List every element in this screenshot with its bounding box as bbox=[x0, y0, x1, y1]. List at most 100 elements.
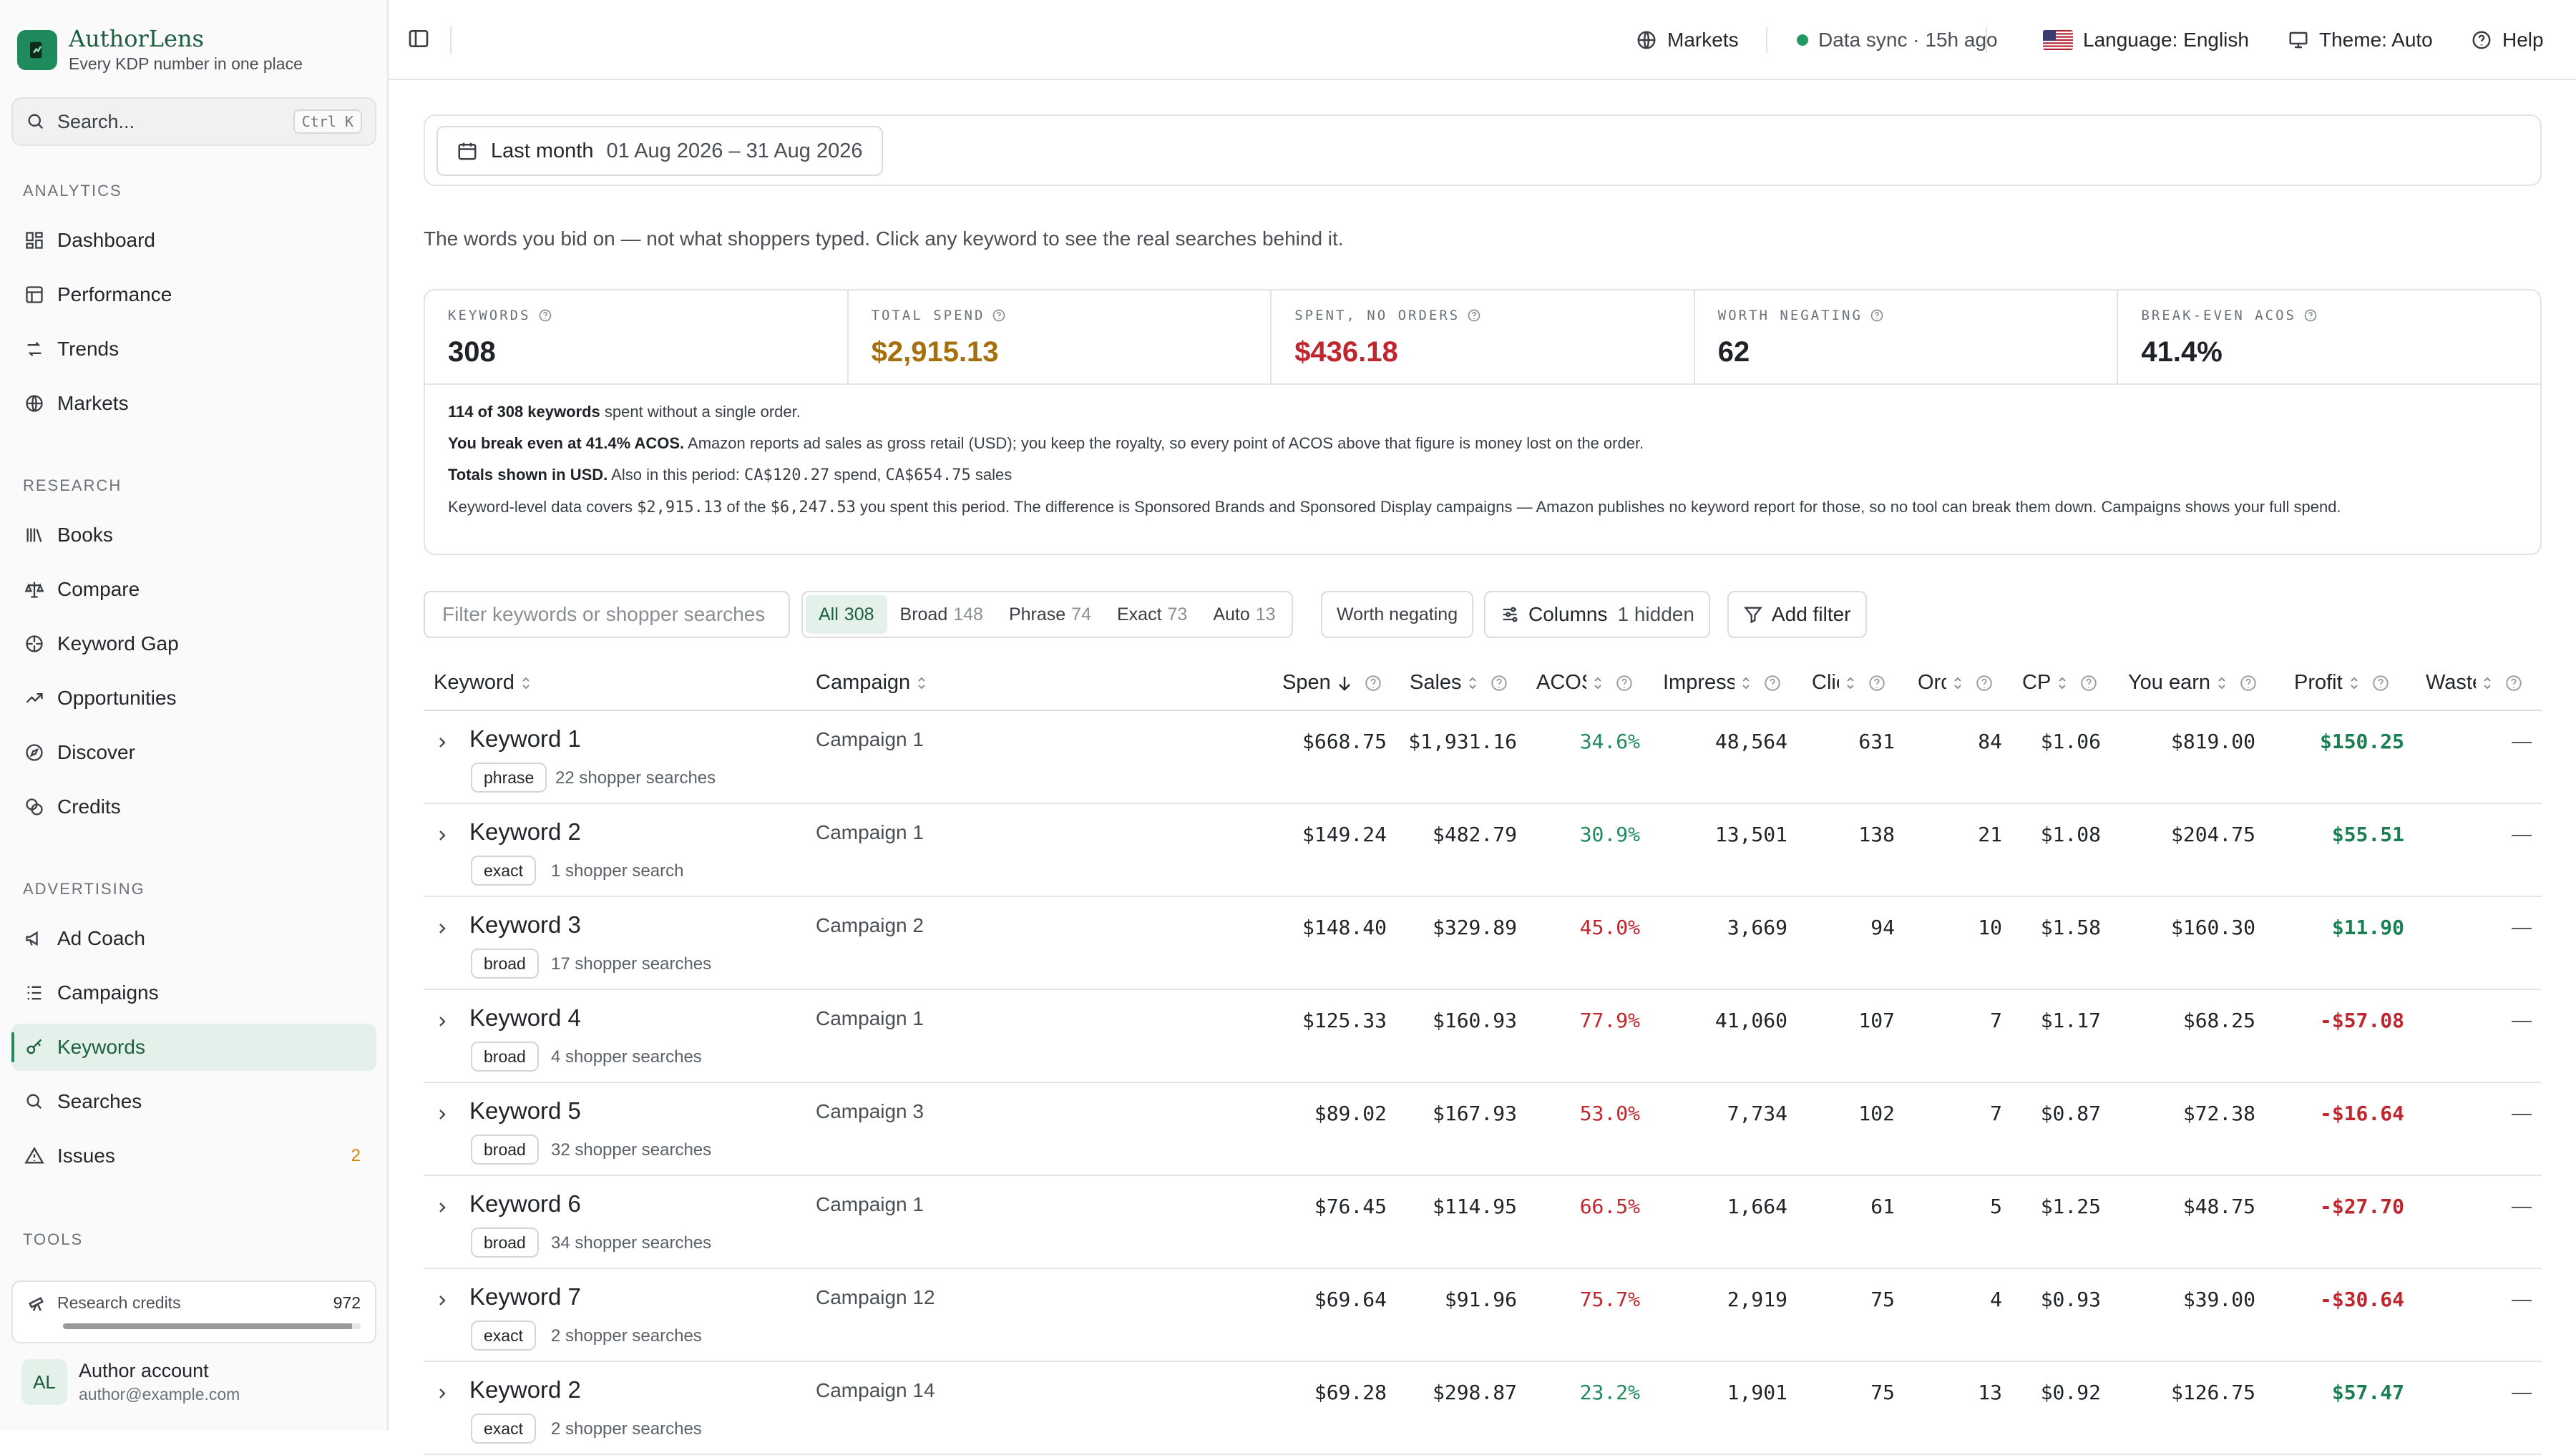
info-icon[interactable] bbox=[538, 308, 552, 323]
column-header-keyword[interactable]: Keyword bbox=[434, 671, 532, 695]
keyword-text[interactable]: Keyword 2 bbox=[469, 1376, 581, 1403]
add-filter-button[interactable]: Add filter bbox=[1727, 591, 1867, 638]
worth-negating-filter-button[interactable]: Worth negating bbox=[1321, 591, 1474, 638]
expand-chevron-icon[interactable] bbox=[434, 1106, 451, 1123]
account-menu[interactable]: AL Author account author@example.com bbox=[21, 1359, 240, 1405]
column-header-sales[interactable]: Sales bbox=[1410, 671, 1508, 695]
info-icon[interactable] bbox=[1975, 674, 1994, 692]
date-range-picker[interactable]: Last month 01 Aug 2026 – 31 Aug 2026 bbox=[436, 126, 883, 176]
info-icon[interactable] bbox=[1868, 674, 1886, 692]
campaign-name[interactable]: Campaign 2 bbox=[816, 914, 924, 937]
campaign-name[interactable]: Campaign 3 bbox=[816, 1100, 924, 1123]
info-icon[interactable] bbox=[2079, 674, 2098, 692]
toggle-sidebar-button[interactable] bbox=[407, 27, 433, 53]
info-icon[interactable] bbox=[1763, 674, 1782, 692]
keyword-text[interactable]: Keyword 6 bbox=[469, 1190, 581, 1218]
keyword-text[interactable]: Keyword 3 bbox=[469, 911, 581, 939]
shopper-searches-link[interactable]: 2 shopper searches bbox=[551, 1419, 702, 1439]
sidebar-item-trends[interactable]: Trends bbox=[11, 325, 376, 373]
segment-all[interactable]: All 308 bbox=[806, 595, 887, 634]
sidebar-item-issues[interactable]: Issues 2 bbox=[11, 1132, 376, 1180]
expand-chevron-icon[interactable] bbox=[434, 734, 451, 751]
language-selector[interactable]: Language: English bbox=[2043, 26, 2249, 54]
sidebar-item-campaigns[interactable]: Campaigns bbox=[11, 969, 376, 1016]
help-button[interactable]: Help bbox=[2471, 26, 2544, 54]
info-icon[interactable] bbox=[2371, 674, 2390, 692]
shopper-searches-link[interactable]: 1 shopper search bbox=[551, 861, 683, 881]
info-icon[interactable] bbox=[992, 308, 1006, 323]
table-row[interactable]: Keyword 2 exact 1 shopper search Campaign 1… bbox=[424, 804, 2542, 897]
campaign-name[interactable]: Campaign 14 bbox=[816, 1379, 935, 1402]
keyword-text[interactable]: Keyword 5 bbox=[469, 1097, 581, 1125]
table-row[interactable]: Keyword 4 broad 4 shopper searches Campaign… bbox=[424, 990, 2542, 1083]
segment-exact[interactable]: Exact 73 bbox=[1104, 595, 1200, 634]
markets-button[interactable]: Markets bbox=[1636, 26, 1739, 54]
sidebar-item-dashboard[interactable]: Dashboard bbox=[11, 217, 376, 264]
brand[interactable]: AuthorLens Every KDP number in one place bbox=[17, 26, 303, 74]
keyword-filter-input[interactable] bbox=[424, 591, 790, 638]
expand-chevron-icon[interactable] bbox=[434, 1013, 451, 1030]
column-header-cpc[interactable]: CPC bbox=[2022, 671, 2098, 695]
column-header-orders[interactable]: Orders bbox=[1918, 671, 1994, 695]
column-header-impressions[interactable]: Impressions bbox=[1663, 671, 1782, 695]
table-row[interactable]: Keyword 7 exact 2 shopper searches Campaign… bbox=[424, 1269, 2542, 1362]
info-icon[interactable] bbox=[1615, 674, 1634, 692]
column-header-acos[interactable]: ACOS bbox=[1536, 671, 1634, 695]
table-row[interactable]: Keyword 3 broad 17 shopper searches Campaig… bbox=[424, 897, 2542, 990]
info-icon[interactable] bbox=[2239, 674, 2258, 692]
segment-auto[interactable]: Auto 13 bbox=[1200, 595, 1288, 634]
column-header-you-earn[interactable]: You earn bbox=[2128, 671, 2258, 695]
sidebar-item-markets[interactable]: Markets bbox=[11, 380, 376, 427]
campaign-name[interactable]: Campaign 1 bbox=[816, 1007, 924, 1030]
info-icon[interactable] bbox=[2303, 308, 2318, 323]
expand-chevron-icon[interactable] bbox=[434, 1292, 451, 1309]
shopper-searches-link[interactable]: 2 shopper searches bbox=[551, 1326, 702, 1346]
sidebar-item-ad-coach[interactable]: Ad Coach bbox=[11, 915, 376, 962]
campaign-name[interactable]: Campaign 1 bbox=[816, 728, 924, 751]
sidebar-item-credits[interactable]: Credits bbox=[11, 783, 376, 831]
column-header-campaign[interactable]: Campaign bbox=[816, 671, 927, 695]
shopper-searches-link[interactable]: 17 shopper searches bbox=[551, 954, 711, 974]
info-icon[interactable] bbox=[1490, 674, 1508, 692]
sidebar-item-books[interactable]: Books bbox=[11, 511, 376, 559]
shopper-searches-link[interactable]: 34 shopper searches bbox=[551, 1233, 711, 1253]
campaign-name[interactable]: Campaign 1 bbox=[816, 821, 924, 844]
columns-button[interactable]: Columns 1 hidden bbox=[1484, 591, 1710, 638]
sidebar-item-keywords[interactable]: Keywords bbox=[11, 1024, 376, 1071]
campaign-name[interactable]: Campaign 12 bbox=[816, 1286, 935, 1309]
sidebar-item-keyword-gap[interactable]: Keyword Gap bbox=[11, 620, 376, 667]
info-icon[interactable] bbox=[1467, 308, 1481, 323]
segment-broad[interactable]: Broad 148 bbox=[887, 595, 996, 634]
keyword-text[interactable]: Keyword 1 bbox=[469, 725, 581, 753]
sidebar-item-discover[interactable]: Discover bbox=[11, 729, 376, 776]
search-input[interactable]: Search... Ctrl K bbox=[11, 97, 376, 146]
expand-chevron-icon[interactable] bbox=[434, 920, 451, 937]
info-icon[interactable] bbox=[1870, 308, 1884, 323]
shopper-searches-link[interactable]: 4 shopper searches bbox=[551, 1047, 702, 1067]
theme-selector[interactable]: Theme: Auto bbox=[2288, 26, 2433, 54]
keyword-text[interactable]: Keyword 7 bbox=[469, 1283, 581, 1311]
sidebar-item-opportunities[interactable]: Opportunities bbox=[11, 675, 376, 722]
column-header-profit[interactable]: Profit bbox=[2294, 671, 2390, 695]
table-row[interactable]: Keyword 2 exact 2 shopper searches Campaign… bbox=[424, 1362, 2542, 1455]
data-sync-status[interactable]: Data sync · 15h ago bbox=[1797, 26, 1998, 54]
expand-chevron-icon[interactable] bbox=[434, 827, 451, 844]
table-row[interactable]: Keyword 1 phrase 22 shopper searches Campai… bbox=[424, 711, 2542, 804]
table-row[interactable]: Keyword 5 broad 32 shopper searches Campaig… bbox=[424, 1083, 2542, 1176]
sidebar-item-compare[interactable]: Compare bbox=[11, 566, 376, 613]
table-row[interactable]: Keyword 6 broad 34 shopper searches Campaig… bbox=[424, 1176, 2542, 1269]
column-header-spend[interactable]: Spend bbox=[1282, 671, 1382, 695]
shopper-searches-link[interactable]: 32 shopper searches bbox=[551, 1140, 711, 1160]
column-header-wasted[interactable]: Wasted bbox=[2426, 671, 2523, 695]
shopper-searches-link[interactable]: 22 shopper searches bbox=[555, 768, 716, 788]
column-header-clicks[interactable]: Clicks bbox=[1812, 671, 1886, 695]
info-icon[interactable] bbox=[1364, 674, 1382, 692]
info-icon[interactable] bbox=[2504, 674, 2523, 692]
keyword-text[interactable]: Keyword 4 bbox=[469, 1004, 581, 1032]
sidebar-item-searches[interactable]: Searches bbox=[11, 1078, 376, 1125]
segment-phrase[interactable]: Phrase 74 bbox=[996, 595, 1104, 634]
expand-chevron-icon[interactable] bbox=[434, 1385, 451, 1402]
sidebar-item-performance[interactable]: Performance bbox=[11, 271, 376, 318]
campaign-name[interactable]: Campaign 1 bbox=[816, 1193, 924, 1216]
expand-chevron-icon[interactable] bbox=[434, 1199, 451, 1216]
